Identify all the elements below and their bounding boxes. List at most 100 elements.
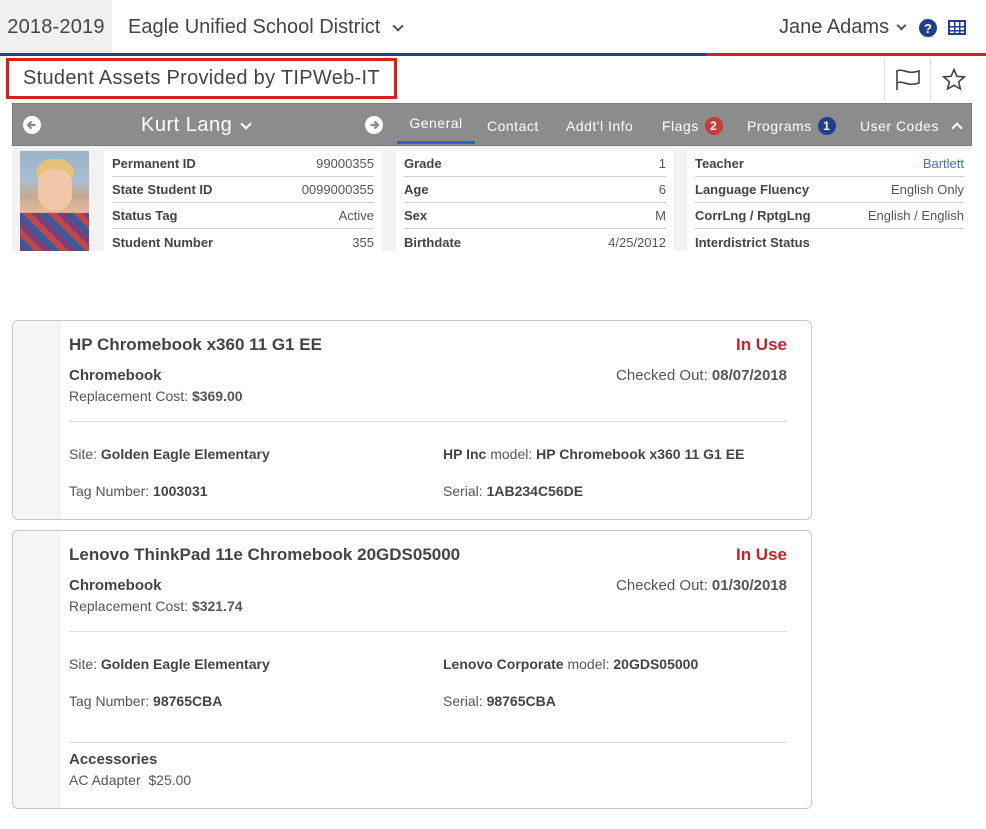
info-value: Active [338,208,374,223]
info-row: Permanent ID 99000355 [112,151,374,177]
tab-user-codes[interactable]: User Codes [860,104,963,147]
replacement-cost-value: $321.74 [191,598,243,614]
asset-card: Lenovo ThinkPad 11e Chromebook 20GDS0500… [12,530,812,809]
asset-site: Site: Golden Eagle Elementary [69,446,270,462]
info-label: Birthdate [404,234,462,250]
tab-general[interactable]: General [397,104,475,144]
header-stripe-red [706,53,986,56]
accessory-item: AC Adapter $25.00 [69,772,191,788]
tab-label: Contact [487,117,539,134]
student-info-panel: Permanent ID 99000355 State Student ID 009… [12,146,972,251]
student-photo [20,151,89,251]
asset-name: HP Chromebook x360 11 G1 EE [69,335,322,354]
divider [69,421,787,422]
info-row: Age 6 [404,177,666,203]
school-year-selector[interactable]: 2018-2019 [0,0,112,55]
serial-label: Serial: [443,693,483,709]
info-label: Status Tag [112,208,178,223]
student-name: Kurt Lang [141,114,233,136]
asset-model: Lenovo Corporate model: 20GDS05000 [443,656,698,672]
info-value: M [655,208,666,223]
info-row: Teacher Bartlett [695,151,964,177]
info-row: CorrLng / RptgLng English / English [695,203,964,229]
info-row: Grade 1 [404,151,666,177]
info-label: Teacher [695,156,744,171]
programs-count-badge: 1 [817,116,836,135]
replacement-cost-label: Replacement Cost: [69,388,189,404]
page-title: Student Assets Provided by TIPWeb-IT [6,58,397,99]
checked-out-label: Checked Out: [616,367,708,384]
checked-out-label: Checked Out: [616,577,708,594]
model-value: HP Chromebook x360 11 G1 EE [536,446,745,462]
arrow-right-icon [370,120,380,130]
student-info-column-3: Teacher Bartlett Language Fluency English … [687,151,972,251]
asset-type: Chromebook [69,367,162,384]
next-student-button[interactable] [365,116,383,134]
chevron-up-icon[interactable] [951,121,963,134]
info-value: English Only [891,182,964,197]
asset-tag: Tag Number: 98765CBA [69,693,222,709]
tab-label: Addt'l Info [566,117,634,134]
asset-card: HP Chromebook x360 11 G1 EE In Use Chrom… [12,320,812,520]
info-label: State Student ID [112,182,213,197]
model-label: model: [490,446,533,462]
info-value: 355 [352,234,374,250]
info-row: Interdistrict Status [695,229,964,255]
accessories-title: Accessories [69,751,158,768]
help-icon[interactable]: ? [919,19,937,37]
tab-addtl-info[interactable]: Addt'l Info [566,104,633,147]
grid-icon[interactable] [948,20,966,35]
chevron-down-icon [240,117,252,130]
info-label: Sex [404,208,428,223]
chevron-down-icon [392,19,405,32]
serial-label: Serial: [443,483,483,499]
info-label: CorrLng / RptgLng [695,208,811,223]
serial-value: 1AB234C56DE [486,483,584,499]
top-bar: 2018-2019 Eagle Unified School District … [0,0,986,56]
tab-programs[interactable]: Programs 1 [747,104,836,147]
info-label: Student Number [112,234,214,250]
flag-button[interactable] [884,58,930,101]
flags-count-badge: 2 [704,116,723,135]
favorite-button[interactable] [930,58,976,101]
student-bar: Kurt Lang General Contact Addt'l Info Fl… [12,103,972,146]
accessory-name: AC Adapter [69,772,141,788]
info-value: 1 [658,156,666,171]
tab-contact[interactable]: Contact [487,104,539,147]
student-info-column-2: Grade 1 Age 6 Sex M Birthdate 4/25/2012 [396,151,674,251]
divider [69,742,787,743]
tag-label: Tag Number: [69,483,150,499]
info-label: Grade [404,156,442,171]
site-label: Site: [69,446,98,462]
info-row: State Student ID 0099000355 [112,177,374,203]
info-row: Language Fluency English Only [695,177,964,203]
tab-label: General [409,114,463,131]
asset-site: Site: Golden Eagle Elementary [69,656,270,672]
asset-card-body: Lenovo ThinkPad 11e Chromebook 20GDS0500… [61,531,811,808]
info-row: Status Tag Active [112,203,374,229]
student-info-column-1: Permanent ID 99000355 State Student ID 009… [104,151,382,251]
manufacturer: Lenovo Corporate [443,656,564,672]
user-name: Jane Adams [779,16,890,38]
replacement-cost: Replacement Cost: $369.00 [69,388,243,404]
user-menu[interactable]: Jane Adams [779,0,907,55]
info-value: 6 [658,182,666,197]
district-selector[interactable]: Eagle Unified School District [128,0,405,55]
tab-flags[interactable]: Flags 2 [662,104,723,147]
chevron-down-icon [896,20,907,31]
asset-tag: Tag Number: 1003031 [69,483,208,499]
info-row: Student Number 355 [112,229,374,255]
tab-label: User Codes [860,117,939,134]
model-label: model: [567,656,610,672]
info-value: 99000355 [316,156,374,171]
replacement-cost: Replacement Cost: $321.74 [69,598,243,614]
tag-value: 98765CBA [153,693,223,709]
replacement-cost-value: $369.00 [191,388,243,404]
previous-student-button[interactable] [23,116,41,134]
asset-status: In Use [735,545,787,564]
asset-model: HP Inc model: HP Chromebook x360 11 G1 E… [443,446,744,462]
asset-card-body: HP Chromebook x360 11 G1 EE In Use Chrom… [61,321,811,519]
student-selector[interactable]: Kurt Lang [141,104,252,147]
checked-out: Checked Out: 08/07/2018 [616,367,787,384]
teacher-link[interactable]: Bartlett [923,156,964,171]
